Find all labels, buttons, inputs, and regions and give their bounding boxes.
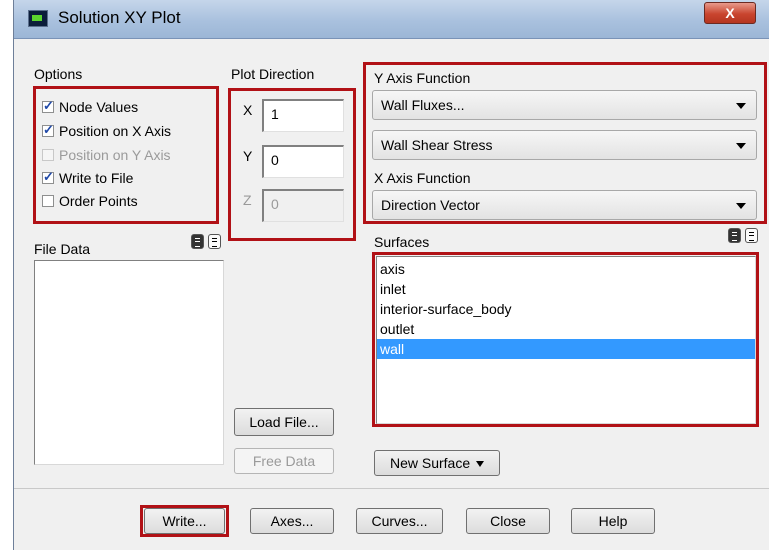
window-title: Solution XY Plot <box>58 8 181 27</box>
dropdown-arrow-icon <box>736 143 746 149</box>
z-direction-input: 0 <box>262 189 344 222</box>
divider <box>14 488 769 489</box>
deselect-all-icon[interactable] <box>745 228 758 243</box>
dropdown-arrow-icon <box>736 103 746 109</box>
help-button[interactable]: Help <box>571 508 655 534</box>
checkbox-checked-icon <box>42 122 54 138</box>
new-surface-button[interactable]: New Surface <box>374 450 500 476</box>
order-points-checkbox[interactable]: Order Points <box>42 193 138 209</box>
x-axis-function-dropdown[interactable]: Direction Vector <box>372 190 757 220</box>
app-icon <box>28 10 48 27</box>
position-on-y-axis-checkbox: Position on Y Axis <box>42 147 171 163</box>
x-direction-label: X <box>243 102 253 118</box>
title-bar[interactable]: Solution XY Plot X <box>14 0 769 39</box>
plot-direction-label: Plot Direction <box>231 66 315 82</box>
y-direction-label: Y <box>243 148 253 164</box>
checkbox-checked-icon <box>42 169 54 185</box>
y-axis-function-label: Y Axis Function <box>374 70 471 86</box>
surface-item-wall[interactable]: wall <box>377 339 755 359</box>
file-data-list[interactable] <box>34 260 224 465</box>
x-direction-input[interactable]: 1 <box>262 99 344 132</box>
position-on-x-axis-checkbox[interactable]: Position on X Axis <box>42 122 171 139</box>
checkbox-checked-icon <box>42 98 54 114</box>
z-direction-label: Z <box>243 192 252 208</box>
load-file-button[interactable]: Load File... <box>234 408 334 436</box>
curves-button[interactable]: Curves... <box>356 508 443 534</box>
node-values-checkbox[interactable]: Node Values <box>42 98 138 115</box>
select-all-icon[interactable] <box>191 234 204 249</box>
deselect-all-icon[interactable] <box>208 234 221 249</box>
checkbox-unchecked-icon <box>42 195 54 207</box>
write-to-file-checkbox[interactable]: Write to File <box>42 169 133 186</box>
surface-item-axis[interactable]: axis <box>377 259 755 279</box>
axes-button[interactable]: Axes... <box>250 508 334 534</box>
surface-item-outlet[interactable]: outlet <box>377 319 755 339</box>
file-data-label: File Data <box>34 241 91 257</box>
options-label: Options <box>34 66 83 82</box>
checkbox-unchecked-icon <box>42 149 54 161</box>
dropdown-arrow-icon <box>476 461 485 468</box>
y-axis-category-dropdown[interactable]: Wall Fluxes... <box>372 90 757 120</box>
free-data-button: Free Data <box>234 448 334 474</box>
close-button[interactable]: Close <box>466 508 550 534</box>
solution-xy-plot-dialog: Solution XY Plot X Options Node Values P… <box>13 0 769 550</box>
surface-item-interior[interactable]: interior-surface_body <box>377 299 755 319</box>
dropdown-arrow-icon <box>736 203 746 209</box>
surfaces-list[interactable]: axis inlet interior-surface_body outlet … <box>376 256 756 424</box>
surface-item-inlet[interactable]: inlet <box>377 279 755 299</box>
surfaces-label: Surfaces <box>374 234 430 250</box>
write-button[interactable]: Write... <box>144 508 225 534</box>
y-direction-input[interactable]: 0 <box>262 145 344 178</box>
y-axis-quantity-dropdown[interactable]: Wall Shear Stress <box>372 130 757 160</box>
x-axis-function-label: X Axis Function <box>374 170 471 186</box>
close-window-button[interactable]: X <box>704 2 756 24</box>
select-all-icon[interactable] <box>728 228 741 243</box>
